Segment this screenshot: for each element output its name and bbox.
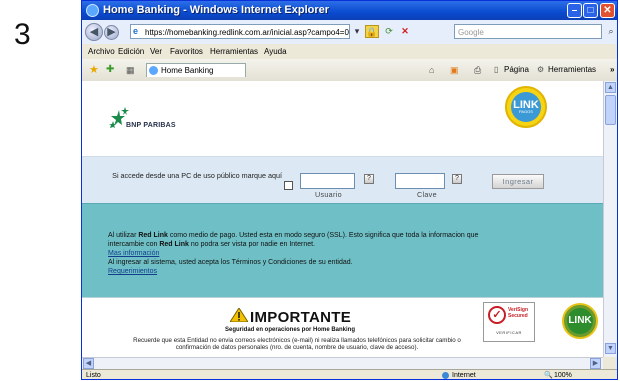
search-icon[interactable]: ⌕ — [604, 25, 617, 38]
back-button[interactable]: ◀ — [85, 23, 103, 41]
importante-section: IMPORTANTE Seguridad en operaciones por … — [82, 297, 603, 357]
address-input[interactable]: e https://homebanking.redlink.com.ar/ini… — [130, 24, 350, 39]
menu-ayuda[interactable]: Ayuda — [264, 44, 287, 59]
warning-icon — [230, 308, 248, 322]
tab-bar: ★ ✚ ▦ Home Banking ⌂ ▣ ⎙ ▯ Página ⚙ Herr… — [82, 59, 617, 82]
info-line-2: intercambie con Red Link no podra ser vi… — [108, 241, 316, 248]
ingresar-button[interactable]: Ingresar — [492, 174, 544, 189]
page-icon: ▯ — [494, 65, 499, 74]
verisign-check-icon: ✓ — [488, 306, 506, 324]
zone-text: Internet — [452, 372, 476, 379]
scroll-thumb[interactable] — [605, 95, 616, 125]
clave-input[interactable] — [395, 173, 445, 189]
horizontal-scrollbar[interactable]: ◀ ▶ — [82, 357, 603, 369]
stop-icon[interactable]: ✕ — [398, 25, 412, 38]
url-dropdown-icon[interactable]: ▾ — [350, 25, 364, 38]
usuario-help-icon[interactable]: ? — [364, 174, 374, 184]
home-icon[interactable]: ⌂ — [429, 59, 434, 81]
clave-help-icon[interactable]: ? — [452, 174, 462, 184]
usuario-input[interactable] — [300, 173, 355, 189]
vertical-scrollbar[interactable]: ▲ ▼ — [603, 81, 617, 357]
search-input[interactable]: Google — [454, 24, 602, 39]
add-favorites-icon[interactable]: ✚ — [106, 59, 114, 81]
clave-label: Clave — [417, 190, 437, 199]
tab-list-icon[interactable]: ▦ — [126, 59, 135, 81]
url-text: https://homebanking.redlink.com.ar/inici… — [145, 28, 349, 37]
menu-bar: Archivo Edición Ver Favoritos Herramient… — [82, 44, 617, 59]
refresh-icon[interactable]: ⟳ — [382, 25, 396, 38]
scroll-down-icon[interactable]: ▼ — [605, 343, 616, 354]
verisign-sub: VERIFICAR — [496, 330, 522, 335]
scroll-left-icon[interactable]: ◀ — [83, 358, 94, 369]
step-number: 3 — [14, 18, 31, 51]
title-bar: Home Banking - Windows Internet Explorer… — [82, 1, 617, 20]
maximize-button[interactable]: □ — [583, 3, 598, 18]
link-logo-bottom: LINK — [562, 303, 598, 339]
link-logo-bottom-text: LINK — [567, 308, 593, 334]
browser-window: Home Banking - Windows Internet Explorer… — [81, 0, 618, 380]
tools-gear-icon: ⚙ — [537, 65, 545, 74]
public-pc-checkbox[interactable] — [284, 181, 293, 190]
security-info-panel: Al utilizar Red Link como medio de pago.… — [82, 203, 603, 298]
status-bar: Listo Internet 🔍 100% — [82, 369, 617, 379]
scroll-up-icon[interactable]: ▲ — [605, 82, 616, 93]
ie-logo-icon — [86, 4, 99, 17]
window-title: Home Banking - Windows Internet Explorer — [103, 4, 330, 16]
info-line-1: Al utilizar Red Link como medio de pago.… — [108, 232, 479, 239]
favorites-star-icon[interactable]: ★ — [89, 59, 99, 81]
pagina-menu[interactable]: Página — [504, 59, 529, 81]
menu-ver[interactable]: Ver — [150, 44, 162, 59]
usuario-label: Usuario — [315, 190, 342, 199]
zoom-level[interactable]: 100% — [554, 370, 572, 379]
mas-informacion-link[interactable]: Mas información — [108, 249, 159, 258]
page-content: BNP PARIBAS LINK PAGOS Si accede desde u… — [82, 81, 603, 357]
tab-home-banking[interactable]: Home Banking — [146, 63, 246, 77]
page-icon: e — [133, 26, 139, 36]
lock-icon[interactable]: 🔒 — [365, 25, 379, 38]
minimize-button[interactable]: – — [567, 3, 582, 18]
verisign-seal[interactable]: ✓ VeriSign Secured VERIFICAR — [483, 302, 535, 342]
importante-text: Recuerde que esta Entidad no envia corre… — [133, 337, 461, 351]
importante-title: IMPORTANTE — [250, 309, 352, 326]
tab-label: Home Banking — [161, 66, 214, 75]
menu-favoritos[interactable]: Favoritos — [170, 44, 203, 59]
public-pc-question: Si accede desde una PC de uso público ma… — [112, 171, 282, 180]
importante-subtitle: Seguridad en operaciones por Home Bankin… — [224, 327, 356, 333]
bnp-paribas-logo: BNP PARIBAS — [108, 106, 188, 136]
internet-globe-icon — [442, 372, 449, 379]
print-icon[interactable]: ⎙ — [474, 59, 481, 81]
login-form: Si accede desde una PC de uso público ma… — [82, 157, 603, 203]
status-text: Listo — [86, 372, 101, 379]
link-logo-text: LINK — [511, 92, 541, 122]
forward-button[interactable]: ▶ — [104, 25, 119, 40]
menu-edicion[interactable]: Edición — [118, 44, 144, 59]
requerimientos-link[interactable]: Requerimientos — [108, 267, 157, 276]
tab-page-icon — [149, 66, 158, 75]
close-button[interactable]: ✕ — [600, 3, 615, 18]
feeds-icon[interactable]: ▣ — [450, 59, 459, 81]
menu-herramientas[interactable]: Herramientas — [210, 44, 258, 59]
address-toolbar: ◀ ▶ e https://homebanking.redlink.com.ar… — [82, 20, 617, 44]
bank-name: BNP PARIBAS — [126, 122, 176, 129]
verisign-title: VeriSign Secured — [508, 307, 529, 319]
menu-archivo[interactable]: Archivo — [88, 44, 115, 59]
zoom-icon: 🔍 — [544, 372, 553, 379]
scroll-right-icon[interactable]: ▶ — [590, 358, 601, 369]
terms-text: Al ingresar al sistema, usted acepta los… — [108, 259, 353, 266]
link-logo-sub: PAGOS — [519, 109, 533, 114]
toolbar-overflow-icon[interactable]: » — [610, 59, 614, 81]
herramientas-menu[interactable]: Herramientas — [548, 59, 596, 81]
link-pagos-logo: LINK PAGOS — [505, 86, 547, 128]
